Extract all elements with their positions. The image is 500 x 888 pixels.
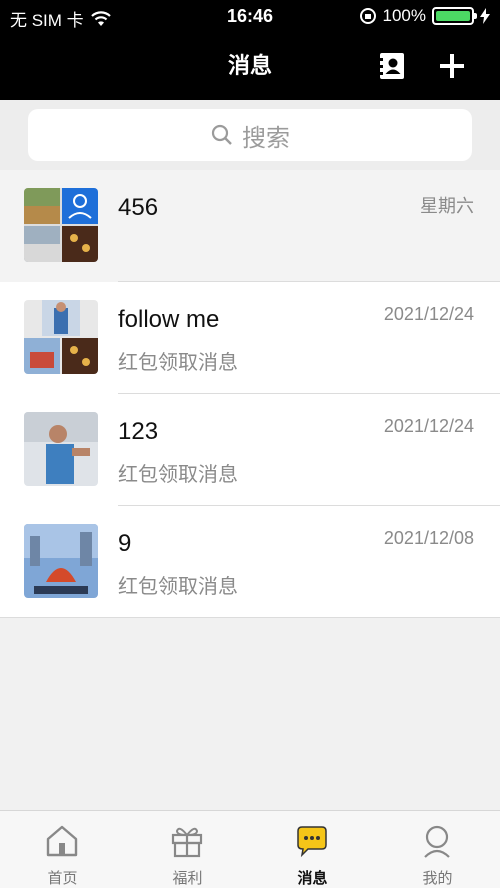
add-icon[interactable]: [436, 50, 468, 82]
search-area: 搜索: [0, 100, 500, 170]
tab-welfare[interactable]: 福利: [125, 811, 250, 888]
search-input[interactable]: 搜索: [28, 109, 472, 161]
tab-bar: 首页 福利 消息 我的: [0, 810, 500, 888]
conversation-name: 456: [118, 194, 159, 221]
user-avatar: [24, 412, 98, 486]
conversation-list: 456 星期六 follow me 红包领取消息 2021/12/24 123 …: [0, 170, 500, 618]
conversation-preview: 红包领取消息: [118, 464, 238, 486]
conversation-row[interactable]: 123 红包领取消息 2021/12/24: [0, 394, 500, 506]
battery-percent: 100%: [382, 6, 426, 25]
tab-label: 福利: [172, 870, 203, 887]
contacts-icon[interactable]: [378, 52, 406, 80]
conversation-time: 2021/12/08: [383, 528, 474, 548]
top-bar: 无 SIM 卡 16:46 100% 消息: [0, 0, 500, 100]
chat-bubble-icon: [297, 826, 327, 858]
search-placeholder: 搜索: [242, 124, 290, 152]
conversation-row[interactable]: 456 星期六: [0, 170, 500, 282]
status-bar: 无 SIM 卡 16:46 100%: [0, 0, 500, 34]
conversation-row[interactable]: follow me 红包领取消息 2021/12/24: [0, 282, 500, 394]
conversation-preview: 红包领取消息: [118, 352, 238, 374]
conversation-name: 123: [118, 418, 159, 445]
tab-label: 首页: [47, 870, 78, 887]
profile-icon: [424, 825, 450, 858]
tab-label: 我的: [422, 870, 453, 887]
divider: [0, 617, 500, 618]
gift-icon: [171, 827, 203, 858]
tab-profile[interactable]: 我的: [375, 811, 500, 888]
search-icon: [211, 124, 232, 145]
tab-home[interactable]: 首页: [0, 811, 125, 888]
conversation-time: 2021/12/24: [383, 416, 474, 436]
charging-icon: [480, 8, 490, 24]
user-avatar: [24, 524, 98, 598]
conversation-name: follow me: [118, 306, 220, 333]
battery-icon: [432, 7, 477, 25]
group-avatar: [24, 188, 98, 262]
tab-label: 消息: [297, 870, 328, 887]
orientation-lock-icon: [359, 8, 376, 24]
conversation-row[interactable]: 9 红包领取消息 2021/12/08: [0, 506, 500, 618]
conversation-time: 2021/12/24: [383, 304, 474, 324]
page-title: 消息: [227, 53, 272, 78]
conversation-preview: 红包领取消息: [118, 576, 238, 598]
home-icon: [46, 825, 78, 857]
tab-messages[interactable]: 消息: [250, 811, 375, 888]
conversation-time: 星期六: [420, 196, 474, 216]
group-avatar: [24, 300, 98, 374]
conversation-name: 9: [118, 530, 132, 557]
